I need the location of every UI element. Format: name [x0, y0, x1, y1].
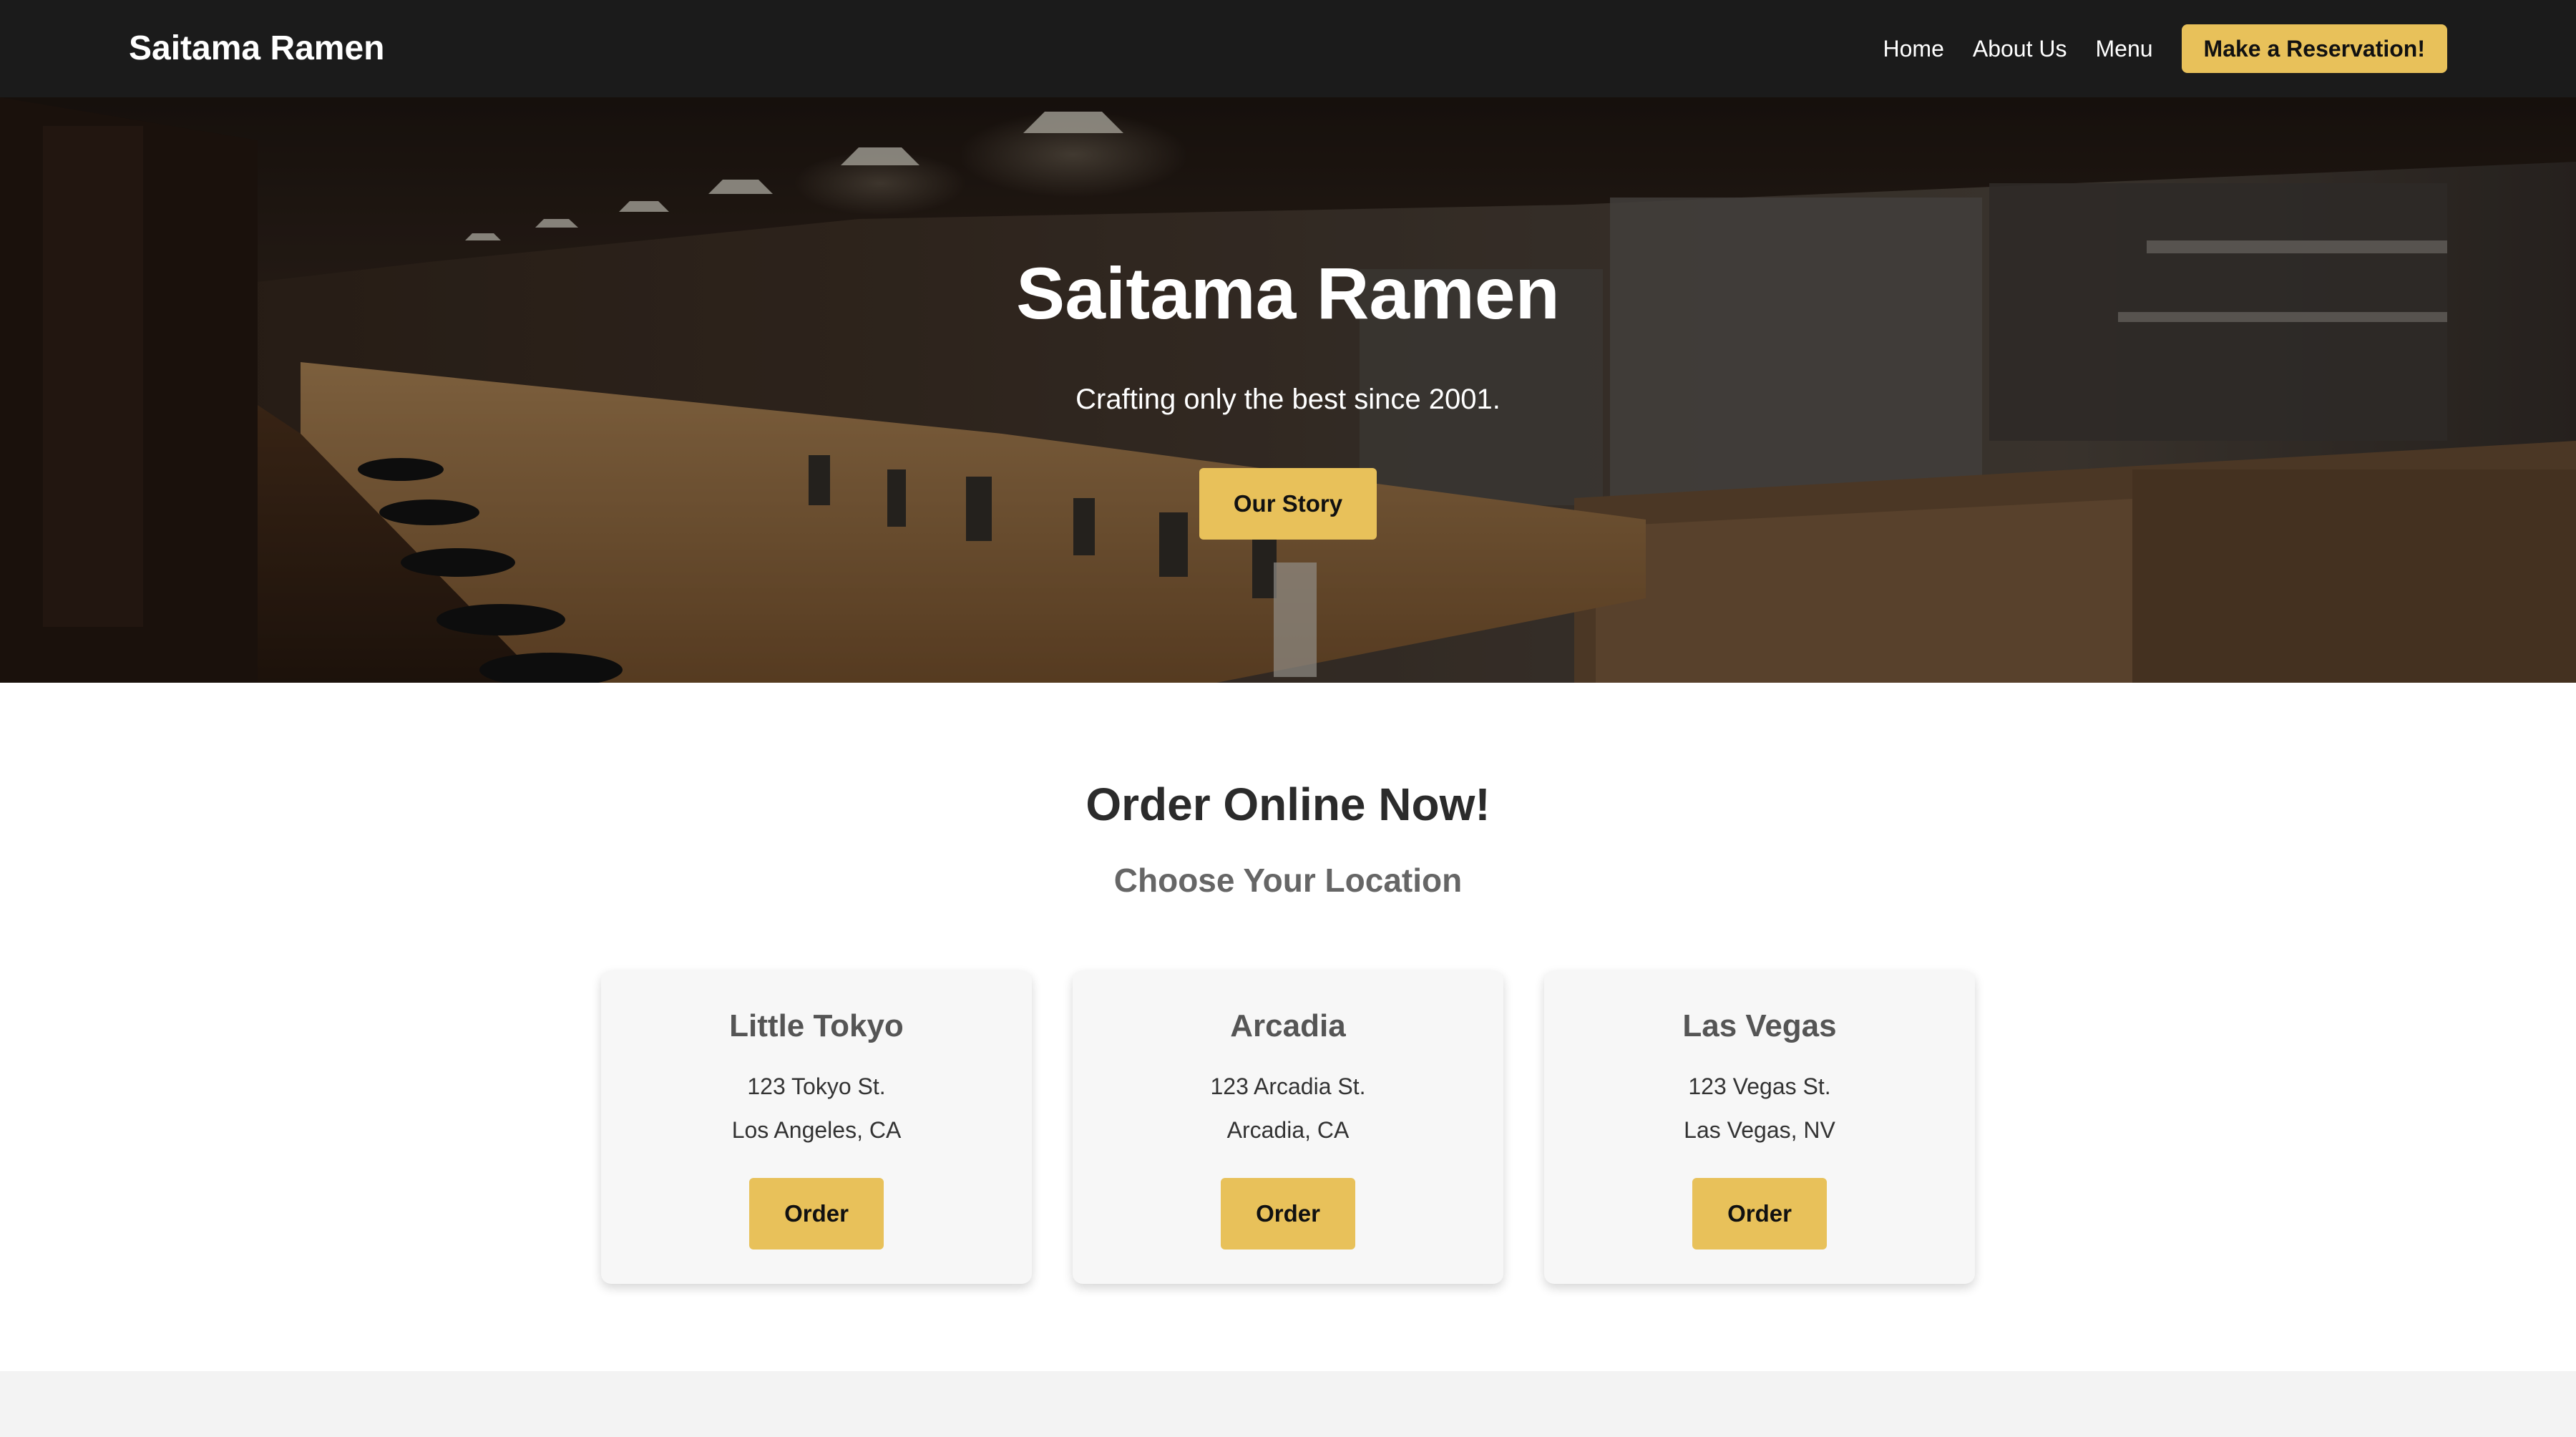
brand-logo-text[interactable]: Saitama Ramen — [129, 27, 385, 70]
location-name: Las Vegas — [1682, 1008, 1837, 1043]
make-reservation-button[interactable]: Make a Reservation! — [2181, 24, 2447, 73]
our-story-button[interactable]: Our Story — [1199, 468, 1377, 540]
nav-link-home[interactable]: Home — [1883, 24, 1944, 73]
nav-link-about-us[interactable]: About Us — [1973, 24, 2067, 73]
location-city: Los Angeles, CA — [731, 1117, 902, 1143]
navbar: Saitama Ramen Home About Us Menu Make a … — [0, 0, 2576, 97]
location-city: Arcadia, CA — [1226, 1117, 1350, 1143]
order-online-heading: Order Online Now! — [1085, 779, 1491, 830]
location-card-arcadia: Arcadia 123 Arcadia St. Arcadia, CA Orde… — [1073, 970, 1503, 1284]
order-button-arcadia[interactable]: Order — [1221, 1178, 1355, 1250]
order-button-las-vegas[interactable]: Order — [1692, 1178, 1827, 1250]
location-card-little-tokyo: Little Tokyo 123 Tokyo St. Los Angeles, … — [601, 970, 1032, 1284]
location-street: 123 Tokyo St. — [747, 1073, 886, 1099]
location-name: Arcadia — [1230, 1008, 1346, 1043]
choose-location-subheading: Choose Your Location — [1113, 862, 1463, 899]
footer-section — [0, 1371, 2576, 1437]
order-button-little-tokyo[interactable]: Order — [749, 1178, 884, 1250]
nav-link-menu[interactable]: Menu — [2095, 24, 2152, 73]
location-city: Las Vegas, NV — [1684, 1117, 1835, 1143]
hero-title: Saitama Ramen — [1016, 253, 1560, 334]
location-name: Little Tokyo — [729, 1008, 904, 1043]
location-street: 123 Arcadia St. — [1210, 1073, 1366, 1099]
location-street: 123 Vegas St. — [1688, 1073, 1831, 1099]
hero-tagline: Crafting only the best since 2001. — [1075, 384, 1501, 415]
nav-links: Home About Us Menu Make a Reservation! — [1855, 24, 2447, 73]
hero-section: Saitama Ramen Crafting only the best sin… — [0, 97, 2576, 683]
location-card-las-vegas: Las Vegas 123 Vegas St. Las Vegas, NV Or… — [1544, 970, 1975, 1284]
